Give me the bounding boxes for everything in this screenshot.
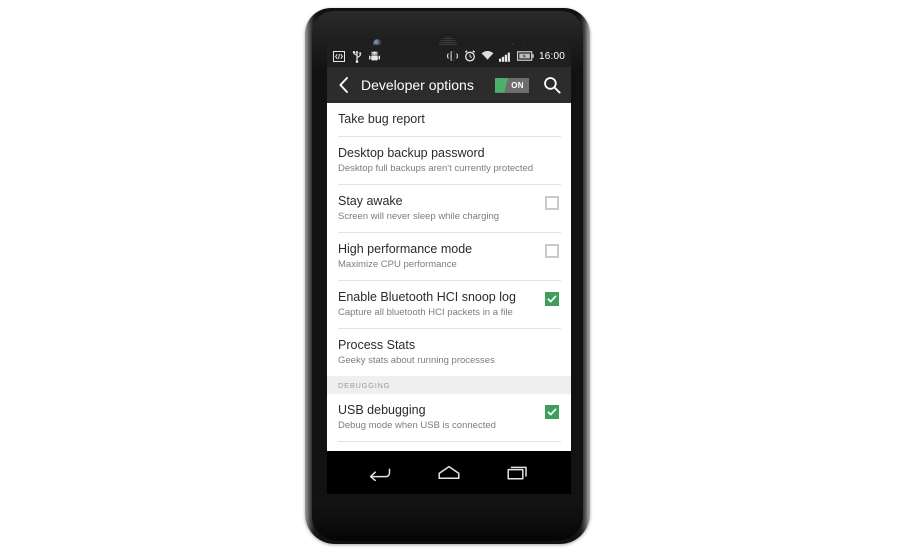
signal-icon [498, 52, 510, 62]
list-item-stay-awake[interactable]: Stay awake Screen will never sleep while… [327, 185, 571, 232]
phone-device-frame: 16:00 Developer options ON Take bug repo… [305, 8, 590, 544]
list-item-subtitle: Maximize CPU performance [338, 259, 457, 270]
list-item-title: Take bug report [338, 112, 425, 126]
status-bar-right-icons: 16:00 [446, 50, 565, 62]
android-debug-icon [369, 51, 380, 61]
list-item-desktop-backup-password[interactable]: Desktop backup password Desktop full bac… [327, 137, 571, 184]
vibrate-icon [447, 51, 458, 61]
toggle-knob [495, 77, 508, 93]
home-icon[interactable] [436, 464, 462, 482]
checkmark-icon [547, 408, 557, 416]
status-bar-clock: 16:00 [538, 50, 565, 62]
search-icon[interactable] [543, 76, 561, 94]
checkbox-enable-bluetooth-hci-snoop-log[interactable] [545, 292, 559, 306]
list-item-revoke-usb-debugging-authorizations[interactable]: Revoke USB debugging authorizations [327, 442, 571, 451]
action-bar: Developer options ON [327, 67, 571, 103]
list-item-subtitle: Geeky stats about running processes [338, 355, 495, 366]
checkbox-usb-debugging[interactable] [545, 405, 559, 419]
developer-options-icon [333, 50, 345, 62]
list-item-title: USB debugging [338, 403, 426, 417]
list-item-usb-debugging[interactable]: USB debugging Debug mode when USB is con… [327, 394, 571, 441]
section-header-label: DEBUGGING [338, 381, 391, 390]
alarm-icon [464, 50, 476, 62]
list-item-subtitle: Capture all bluetooth HCI packets in a f… [338, 307, 513, 318]
status-bar-left-icons [333, 50, 380, 63]
page-title: Developer options [361, 77, 474, 93]
list-item-title: High performance mode [338, 242, 473, 256]
list-item-title: Process Stats [338, 338, 416, 352]
list-item-high-performance-mode[interactable]: High performance mode Maximize CPU perfo… [327, 233, 571, 280]
battery-icon [516, 51, 534, 61]
navigation-bar [327, 451, 571, 494]
status-bar: 16:00 [327, 45, 571, 67]
section-header-debugging: DEBUGGING [327, 376, 571, 394]
usb-icon [352, 50, 362, 63]
developer-options-master-toggle[interactable]: ON [495, 77, 529, 93]
list-item-subtitle: Desktop full backups aren't currently pr… [338, 163, 534, 174]
phone-screen: 16:00 Developer options ON Take bug repo… [327, 45, 571, 494]
list-item-subtitle: Screen will never sleep while charging [338, 211, 500, 222]
back-chevron-icon[interactable] [337, 75, 351, 95]
list-item-title: Enable Bluetooth HCI snoop log [338, 290, 516, 304]
toggle-state-label: ON [511, 80, 524, 90]
list-item-process-stats[interactable]: Process Stats Geeky stats about running … [327, 329, 571, 376]
list-item-title: Desktop backup password [338, 146, 485, 160]
checkbox-stay-awake[interactable] [545, 196, 559, 210]
checkmark-icon [547, 295, 557, 303]
wifi-icon [481, 50, 494, 62]
settings-list[interactable]: Take bug report Desktop backup password … [327, 103, 571, 451]
list-item-take-bug-report[interactable]: Take bug report [327, 103, 571, 136]
list-item-subtitle: Debug mode when USB is connected [338, 420, 496, 431]
list-item-enable-bluetooth-hci-snoop-log[interactable]: Enable Bluetooth HCI snoop log Capture a… [327, 281, 571, 328]
recent-apps-icon[interactable] [505, 464, 531, 482]
list-item-title: Stay awake [338, 194, 403, 208]
checkbox-high-performance-mode[interactable] [545, 244, 559, 258]
back-icon[interactable] [367, 464, 393, 482]
